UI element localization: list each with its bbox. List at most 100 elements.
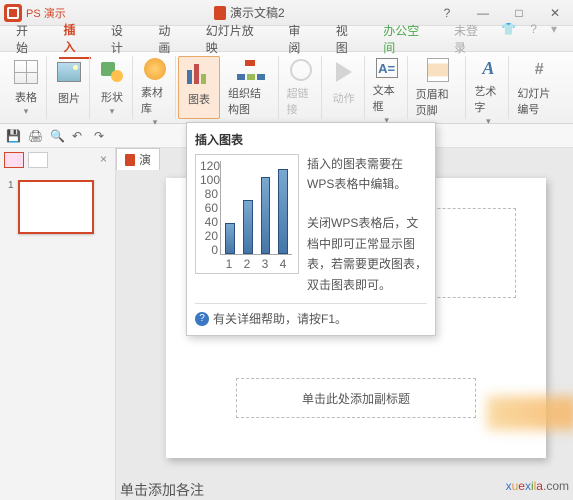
chart-x-axis: 1 2 3 4 xyxy=(220,257,292,269)
help-icon[interactable]: ? xyxy=(526,20,541,58)
tooltip-title: 插入图表 xyxy=(195,131,427,148)
ribbon-textbox[interactable]: A= 文本框 ▾ xyxy=(367,56,408,119)
hyperlink-icon xyxy=(290,59,312,81)
tick: 80 xyxy=(200,187,218,201)
chart-bar xyxy=(243,200,253,254)
dropdown-icon: ▾ xyxy=(486,116,491,127)
ribbon-label: 文本框 xyxy=(373,82,401,114)
footer-text: 有关详细帮助，请按F1。 xyxy=(213,310,347,327)
slide-thumb-wrap: 1 xyxy=(0,172,115,242)
subtitle-text: 单击此处添加副标题 xyxy=(302,390,410,407)
slide-panel: × 1 xyxy=(0,148,116,500)
org-chart-icon xyxy=(237,60,263,80)
menubar: 开始 插入 设计 动画 幻灯片放映 审阅 视图 办公空间 未登录 👕 ? ▾ xyxy=(0,26,573,52)
ribbon-table[interactable]: 表格 ▾ xyxy=(6,56,47,119)
ribbon-header-footer[interactable]: 页眉和页脚 xyxy=(410,56,467,119)
tick: 100 xyxy=(200,173,218,187)
ribbon-label: 形状 xyxy=(101,89,123,105)
document-tab[interactable]: 演 xyxy=(116,148,160,170)
textbox-icon: A= xyxy=(376,58,398,78)
ribbon-label: 组织结构图 xyxy=(228,85,272,117)
panel-close-icon[interactable]: × xyxy=(96,152,111,168)
chart-bar xyxy=(261,177,271,255)
doc-title-area: 演示文稿2 xyxy=(66,4,433,21)
shape-icon xyxy=(101,62,123,82)
ribbon: 表格 ▾ 图片 形状 ▾ 素材库 ▾ 图表 组织结构图 超链接 动作 A= 文本… xyxy=(0,52,573,124)
wordart-icon: A xyxy=(482,58,494,79)
tick: 60 xyxy=(200,201,218,215)
dropdown-icon: ▾ xyxy=(24,106,29,117)
ribbon-chart[interactable]: 图表 xyxy=(178,56,220,119)
undo-icon[interactable]: ↶ xyxy=(72,129,86,143)
notes-placeholder[interactable]: 单击添加各注 xyxy=(120,480,204,500)
chart-preview: 120 100 80 60 40 20 0 1 2 3 4 xyxy=(195,154,299,274)
tooltip-footer: ? 有关详细帮助，请按F1。 xyxy=(195,303,427,327)
chart-plot xyxy=(220,161,292,255)
ribbon-org-chart[interactable]: 组织结构图 xyxy=(222,56,279,119)
ribbon-label: 动作 xyxy=(333,90,355,106)
outline-tab[interactable] xyxy=(28,152,48,168)
ribbon-library[interactable]: 素材库 ▾ xyxy=(135,56,176,119)
tooltip-description: 插入的图表需要在WPS表格中编辑。 关闭WPS表格后，文档中即可正常显示图表，若… xyxy=(307,154,427,295)
chart-y-axis: 120 100 80 60 40 20 0 xyxy=(200,159,218,255)
subtitle-placeholder[interactable]: 单击此处添加副标题 xyxy=(236,378,476,418)
app-logo xyxy=(4,4,22,22)
tab-start[interactable]: 开始 xyxy=(12,20,43,58)
tick: 120 xyxy=(200,159,218,173)
ribbon-label: 图片 xyxy=(58,90,80,106)
help-icon: ? xyxy=(195,312,209,326)
tick: 20 xyxy=(200,229,218,243)
ribbon-shape[interactable]: 形状 ▾ xyxy=(92,56,133,119)
chart-tooltip: 插入图表 120 100 80 60 40 20 0 1 2 3 4 xyxy=(186,122,436,336)
print-icon[interactable]: 🖨 xyxy=(28,129,42,143)
skin-icon[interactable]: 👕 xyxy=(497,20,520,58)
tab-design[interactable]: 设计 xyxy=(107,20,138,58)
login-status[interactable]: 未登录 xyxy=(450,20,491,58)
slide-number: 1 xyxy=(8,180,14,234)
tab-review[interactable]: 审阅 xyxy=(284,20,315,58)
slides-tab[interactable] xyxy=(4,152,24,168)
ribbon-picture[interactable]: 图片 xyxy=(49,56,90,119)
tick: 0 xyxy=(200,243,218,257)
chart-icon xyxy=(187,62,211,84)
tab-animation[interactable]: 动画 xyxy=(154,20,185,58)
chart-bar xyxy=(225,223,235,254)
tab-office-space[interactable]: 办公空间 xyxy=(379,20,434,58)
ribbon-label: 表格 xyxy=(15,89,37,105)
save-icon[interactable]: 💾 xyxy=(6,129,20,143)
tab-slideshow[interactable]: 幻灯片放映 xyxy=(202,20,269,58)
desc-line: 插入的图表需要在WPS表格中编辑。 xyxy=(307,154,427,195)
tick: 1 xyxy=(226,257,233,269)
tick: 40 xyxy=(200,215,218,229)
ribbon-label: 超链接 xyxy=(287,85,315,117)
ribbon-collapse-icon[interactable]: ▾ xyxy=(547,20,561,58)
dropdown-icon: ▾ xyxy=(153,117,158,128)
doc-tab-icon xyxy=(125,154,135,166)
slide-thumbnail[interactable] xyxy=(18,180,94,234)
library-icon xyxy=(144,58,166,80)
doc-icon xyxy=(214,6,226,20)
slide-number-icon: # xyxy=(535,61,544,79)
redo-icon[interactable]: ↷ xyxy=(94,129,108,143)
ribbon-label: 艺术字 xyxy=(474,83,502,115)
ribbon-label: 图表 xyxy=(188,91,210,107)
tick: 3 xyxy=(262,257,269,269)
chart-bar xyxy=(278,169,288,254)
dropdown-icon: ▾ xyxy=(110,106,115,117)
ribbon-wordart[interactable]: A 艺术字 ▾ xyxy=(468,56,509,119)
tab-view[interactable]: 视图 xyxy=(332,20,363,58)
ribbon-action[interactable]: 动作 xyxy=(324,56,365,119)
ribbon-label: 幻灯片编号 xyxy=(517,85,561,117)
ribbon-label: 页眉和页脚 xyxy=(416,86,460,118)
doc-tab-label: 演 xyxy=(139,151,151,168)
tab-insert[interactable]: 插入 xyxy=(59,19,90,59)
desc-line: 关闭WPS表格后，文档中即可正常显示图表，若需要更改图表，双击图表即可。 xyxy=(307,213,427,295)
censored-region xyxy=(487,396,573,430)
tick: 4 xyxy=(280,257,287,269)
ribbon-slide-number[interactable]: # 幻灯片编号 xyxy=(511,56,567,119)
ribbon-hyperlink[interactable]: 超链接 xyxy=(281,56,322,119)
preview-icon[interactable]: 🔍 xyxy=(50,129,64,143)
slide-panel-tabs: × xyxy=(0,148,115,172)
action-icon xyxy=(336,62,352,82)
picture-icon xyxy=(57,62,81,82)
